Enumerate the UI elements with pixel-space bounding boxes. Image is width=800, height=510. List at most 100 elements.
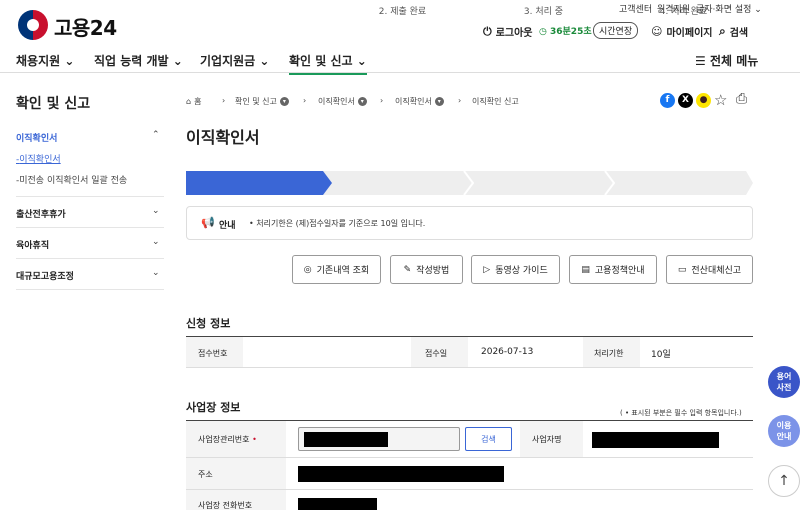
mgmt-search-button[interactable]: 검색	[465, 427, 512, 451]
receipt-date-label: 접수일	[425, 349, 448, 358]
notice-text: • 처리기한은 (제)접수일자를 기준으로 10일 입니다.	[249, 219, 426, 228]
lnb-sub-bulk-send[interactable]: -미전송 이직확인서 일괄 전송	[16, 173, 127, 186]
all-menu-button[interactable]: ☰ 전체 메뉴	[695, 52, 758, 69]
lnb-title: 확인 및 신고	[16, 96, 91, 112]
deadline-label: 처리기한	[594, 349, 624, 358]
mgmt-no-label: 사업장관리번호 •	[198, 435, 257, 444]
logo-icon[interactable]	[18, 10, 48, 40]
bookmark-icon[interactable]: ☆	[714, 91, 727, 109]
mypage-link[interactable]: ☺ 마이페이지	[651, 24, 712, 39]
deadline-value: 10일	[651, 350, 671, 360]
extend-session-button[interactable]: 시간연장	[593, 22, 639, 39]
step-4: 4. 처리 완료	[659, 7, 708, 17]
chevron-down-icon: ▾	[434, 97, 444, 106]
page-title: 이직확인서	[186, 128, 260, 147]
step-1: 1. 작성 중	[238, 7, 280, 17]
glossary-button[interactable]: 용어 사전	[768, 366, 800, 398]
chevron-down-icon[interactable]: ⌄	[152, 237, 160, 247]
chevron-down-icon: ⌄	[64, 54, 75, 68]
print-icon[interactable]: ⎙	[736, 91, 747, 107]
kakao-icon[interactable]: ●	[696, 93, 711, 108]
row-divider	[186, 489, 753, 490]
logout-button[interactable]: ⏻ 로그아웃	[483, 24, 533, 40]
breadcrumb-sep: ›	[380, 96, 384, 105]
receipt-date-value: 2026-07-13	[481, 347, 534, 357]
megaphone-icon: 📢	[201, 216, 215, 229]
step-3: 3. 처리 중	[523, 7, 564, 17]
session-timer: ◷ 36분25초	[539, 27, 592, 37]
row-divider	[186, 457, 753, 458]
redacted-value	[304, 432, 388, 447]
breadcrumb-item[interactable]: 이직확인서 ▾	[318, 96, 367, 107]
table-top-border	[186, 336, 753, 337]
workplace-info-title: 사업장 정보	[186, 401, 241, 414]
step-active-bg	[186, 171, 332, 195]
chevron-down-icon: ⌄	[172, 54, 183, 68]
address-label: 주소	[198, 470, 213, 479]
policy-info-button[interactable]: ▤ 고용정책안내	[569, 255, 657, 284]
progress-steps	[186, 171, 753, 195]
chevron-down-icon: ⌄	[259, 54, 270, 68]
breadcrumb-home[interactable]: ⌂ 홈	[186, 96, 201, 107]
chevron-down-icon: ▾	[279, 97, 289, 106]
lnb-divider	[16, 196, 164, 197]
x-icon[interactable]: X	[678, 93, 693, 108]
breadcrumb-sep: ›	[303, 96, 307, 105]
search-icon: ⌕	[719, 24, 726, 38]
monitor-icon: ▭	[677, 264, 687, 275]
redacted-value	[298, 498, 377, 510]
hamburger-icon: ☰	[695, 54, 706, 68]
lnb-section-parental[interactable]: 육아휴직	[16, 238, 49, 251]
breadcrumb-sep: ›	[458, 96, 462, 105]
breadcrumb-item[interactable]: 확인 및 신고 ▾	[235, 96, 289, 107]
home-icon: ⌂	[186, 97, 192, 106]
required-marker: •	[252, 435, 257, 444]
search-circle-icon: ◎	[303, 264, 312, 275]
breadcrumb-current: 이직확인 신고	[472, 97, 519, 106]
required-note: ( • 표시된 부분은 필수 입력 항목입니다.)	[620, 409, 742, 417]
chevron-down-icon: ⌄	[754, 5, 762, 15]
gnb-item-training[interactable]: 직업 능력 개발 ⌄	[94, 52, 183, 69]
gnb-divider	[0, 72, 800, 73]
chevron-up-icon[interactable]: ⌃	[152, 130, 160, 140]
facebook-icon[interactable]: f	[660, 93, 675, 108]
notice-label: 안내	[219, 221, 236, 231]
lnb-divider	[16, 227, 164, 228]
document-icon: ▤	[581, 264, 590, 275]
redacted-value	[592, 432, 719, 448]
phone-label: 사업장 전화번호	[198, 501, 253, 510]
play-icon: ▷	[483, 264, 491, 275]
usage-guide-button[interactable]: 이용 안내	[768, 415, 800, 447]
step-2: 2. 제출 완료	[378, 7, 427, 17]
lnb-divider	[16, 289, 164, 290]
gnb-item-subsidy[interactable]: 기업지원금 ⌄	[200, 52, 269, 69]
lnb-divider	[16, 258, 164, 259]
row-divider	[186, 367, 753, 368]
user-icon: ☺	[651, 25, 663, 38]
redacted-value	[298, 466, 504, 482]
lnb-section-maternity[interactable]: 출산전후휴가	[16, 207, 66, 220]
power-icon: ⏻	[483, 24, 492, 38]
video-guide-button[interactable]: ▷ 동영상 가이드	[471, 255, 560, 284]
search-button[interactable]: ⌕ 검색	[719, 24, 748, 39]
guide-button[interactable]: ✎ 작성방법	[390, 255, 463, 284]
lnb-sub-separation[interactable]: -이직확인서	[16, 152, 61, 165]
chevron-down-icon: ⌄	[356, 54, 367, 68]
application-info-title: 신청 정보	[186, 317, 231, 330]
lnb-section-layoff[interactable]: 대규모고용조정	[16, 269, 74, 282]
logo-text[interactable]: 고용24	[54, 12, 117, 41]
chevron-down-icon[interactable]: ⌄	[152, 206, 160, 216]
chevron-down-icon: ▾	[357, 97, 367, 106]
gnb-item-recruit[interactable]: 채용지원 ⌄	[16, 52, 74, 69]
pencil-icon: ✎	[403, 264, 412, 275]
electronic-report-button[interactable]: ▭ 전산대체신고	[666, 255, 753, 284]
scroll-top-button[interactable]: ↑	[768, 465, 800, 497]
breadcrumb-item[interactable]: 이직확인서 ▾	[395, 96, 444, 107]
receipt-no-label: 접수번호	[198, 349, 228, 358]
clock-icon: ◷	[539, 27, 547, 37]
history-lookup-button[interactable]: ◎ 기존내역 조회	[292, 255, 381, 284]
breadcrumb-sep: ›	[222, 96, 226, 105]
lnb-section-separation[interactable]: 이직확인서	[16, 131, 57, 144]
business-name-label: 사업자명	[532, 435, 562, 444]
chevron-down-icon[interactable]: ⌄	[152, 268, 160, 278]
